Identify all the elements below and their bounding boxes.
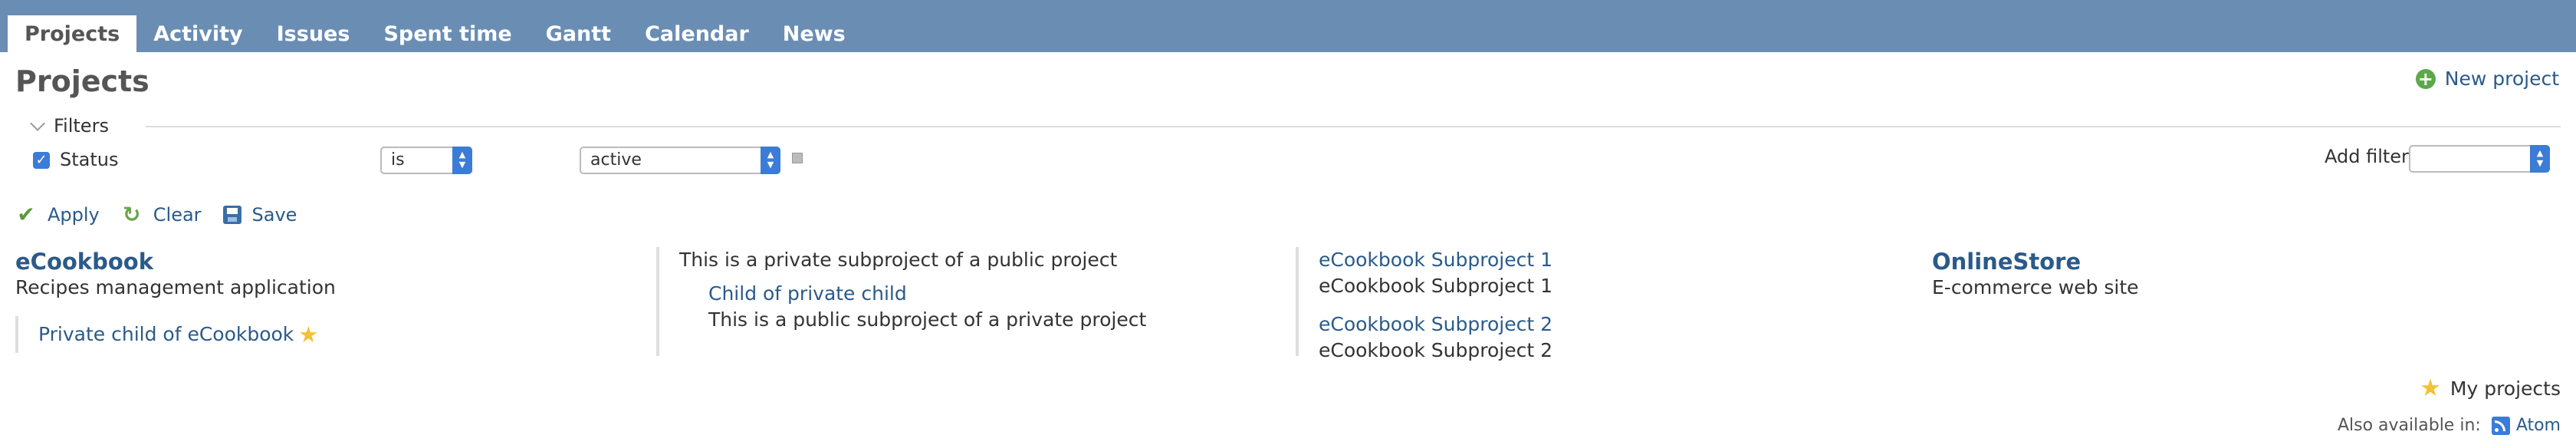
status-operator-select[interactable]: is ▲ ▼ <box>380 147 472 174</box>
also-available-label: Also available in: <box>2337 416 2481 435</box>
project-description: E-commerce web site <box>1932 276 2139 298</box>
select-arrows-icon: ▲ ▼ <box>452 147 472 174</box>
project-description: eCookbook Subproject 2 <box>1319 339 1552 361</box>
tab-spent-time[interactable]: Spent time <box>366 15 528 52</box>
project-column-3: eCookbook Subproject 1 eCookbook Subproj… <box>1296 247 1932 361</box>
save-button[interactable]: Save <box>222 204 297 226</box>
clear-label: Clear <box>153 204 202 226</box>
subproject-item: eCookbook Subproject 2 eCookbook Subproj… <box>1319 312 1932 364</box>
tab-activity[interactable]: Activity <box>136 15 259 52</box>
status-value: active <box>590 150 642 170</box>
tab-news[interactable]: News <box>766 15 863 52</box>
save-icon <box>222 206 242 224</box>
select-arrows-icon: ▲ ▼ <box>2530 145 2550 173</box>
tab-gantt[interactable]: Gantt <box>529 15 628 52</box>
rss-feed-icon <box>2491 416 2510 435</box>
clear-button[interactable]: ↻ Clear <box>121 204 202 226</box>
other-formats: Also available in: Atom <box>2338 416 2561 435</box>
filters-toggle[interactable]: Filters <box>15 115 109 137</box>
filters-legend-label: Filters <box>54 115 109 137</box>
project-column-4: OnlineStore E-commerce web site <box>1932 247 2545 301</box>
status-value-select[interactable]: active ▲ ▼ <box>580 147 780 174</box>
page-title: Projects <box>15 64 150 98</box>
star-icon: ★ <box>298 321 319 348</box>
check-icon: ✔ <box>17 202 35 227</box>
save-label: Save <box>251 204 297 226</box>
add-filter-label: Add filter <box>2325 146 2409 167</box>
subproject-item: eCookbook Subproject 1 eCookbook Subproj… <box>1319 247 1932 299</box>
tab-calendar[interactable]: Calendar <box>628 15 766 52</box>
main-tabs: Projects Activity Issues Spent time Gant… <box>8 15 863 52</box>
toggle-multiselect-icon[interactable] <box>792 153 803 163</box>
project-child-of-private-child-link[interactable]: Child of private child <box>708 281 1293 307</box>
new-project-label: New project <box>2444 68 2559 90</box>
project-subproject-2-link[interactable]: eCookbook Subproject 2 <box>1319 312 1932 338</box>
apply-button[interactable]: ✔ Apply <box>15 204 100 226</box>
select-arrows-icon: ▲ ▼ <box>761 147 780 174</box>
status-filter-checkbox[interactable]: ✓ <box>33 152 50 169</box>
project-description: This is a private subproject of a public… <box>679 249 1118 271</box>
status-operator-value: is <box>391 150 405 170</box>
add-icon: + <box>2415 68 2436 89</box>
atom-link[interactable]: Atom <box>2516 416 2561 435</box>
status-filter-label: Status <box>60 149 119 170</box>
project-onlinestore-link[interactable]: OnlineStore <box>1932 249 2545 275</box>
add-filter-select[interactable]: ▲ ▼ <box>2409 145 2550 173</box>
chevron-down-icon <box>30 116 45 131</box>
my-projects-label: My projects <box>2450 377 2561 400</box>
top-menu-bar: Projects Activity Issues Spent time Gant… <box>0 0 2576 52</box>
new-project-link[interactable]: + New project <box>2415 68 2559 90</box>
subproject-item: Child of private child This is a public … <box>708 281 1293 333</box>
apply-label: Apply <box>48 204 100 226</box>
query-actions: ✔ Apply ↻ Clear Save <box>15 204 318 226</box>
project-description: eCookbook Subproject 1 <box>1319 275 1552 297</box>
project-private-child-link[interactable]: Private child of eCookbook <box>38 321 294 348</box>
project-description: Recipes management application <box>15 276 336 298</box>
reload-icon: ↻ <box>123 202 141 227</box>
star-icon: ★ <box>2420 374 2441 402</box>
tab-issues[interactable]: Issues <box>260 15 367 52</box>
my-projects-legend: ★ My projects <box>2415 374 2561 402</box>
project-subproject-1-link[interactable]: eCookbook Subproject 1 <box>1319 247 1932 273</box>
project-description: This is a public subproject of a private… <box>708 308 1147 331</box>
filters-divider <box>146 126 2561 127</box>
project-column-2: This is a private subproject of a public… <box>656 247 1293 356</box>
tab-projects[interactable]: Projects <box>8 15 137 52</box>
project-column-1: eCookbook Recipes management application… <box>15 247 652 353</box>
subproject-list: Private child of eCookbook ★ <box>15 316 318 353</box>
project-ecookbook-link[interactable]: eCookbook <box>15 249 652 275</box>
